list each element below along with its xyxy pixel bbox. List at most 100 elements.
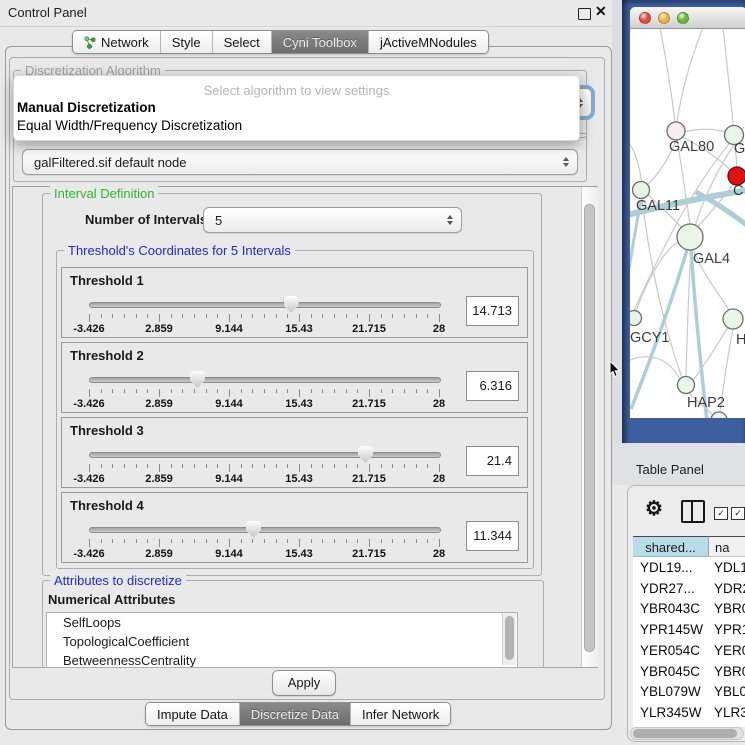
tab-infer-network[interactable]: Infer Network — [350, 703, 450, 725]
tab-select[interactable]: Select — [212, 31, 271, 53]
slider-tick — [439, 464, 440, 472]
network-node[interactable] — [630, 311, 642, 326]
network-node[interactable] — [633, 182, 650, 199]
network-node-label: GA — [734, 141, 745, 157]
table-row[interactable]: YLR345WYLR3 — [633, 702, 745, 723]
tab-jactivemnodules[interactable]: jActiveMNodules — [368, 31, 488, 53]
network-edge-thick — [691, 250, 707, 418]
slider-thumb[interactable] — [190, 371, 205, 388]
network-node[interactable] — [678, 377, 695, 394]
checkbox-icon[interactable]: ✓ — [731, 507, 745, 520]
cell-name: YLR3 — [714, 702, 745, 723]
slider-tick — [217, 464, 218, 468]
close-icon[interactable]: ✕ — [595, 3, 607, 20]
column-header-shared-name[interactable]: shared... — [633, 536, 709, 557]
cell-name: YBR0 — [714, 661, 745, 682]
tab-label: Network — [101, 35, 149, 50]
network-node[interactable] — [723, 309, 743, 329]
slider-tick — [124, 314, 125, 318]
network-window-titlebar[interactable] — [630, 7, 745, 29]
threshold-value-input[interactable]: 21.4 — [466, 446, 519, 476]
network-node[interactable] — [677, 224, 703, 250]
slider-thumb[interactable] — [246, 521, 261, 538]
slider-tick — [346, 464, 347, 468]
table-row[interactable]: YPR145WYPR1 — [633, 619, 745, 640]
vertical-scrollbar-thumb[interactable] — [584, 204, 595, 652]
tab-impute-data[interactable]: Impute Data — [146, 703, 239, 725]
slider-tick-label: 9.144 — [215, 323, 243, 335]
close-traffic-light-icon[interactable] — [639, 12, 651, 24]
list-scrollbar-track[interactable] — [502, 613, 516, 665]
gear-icon[interactable]: ⚙ — [645, 496, 663, 521]
threshold-value-input[interactable]: 14.713 — [466, 296, 519, 326]
tab-discretize-data[interactable]: Discretize Data — [239, 703, 350, 725]
algorithm-option-equal-width-frequency-discretization[interactable]: Equal Width/Frequency Discretization — [16, 118, 242, 133]
slider-tick — [311, 314, 312, 318]
threshold-value-input[interactable]: 6.316 — [466, 371, 519, 401]
slider-tick — [287, 539, 288, 543]
checkbox-icon[interactable]: ✓ — [714, 507, 728, 520]
numerical-attributes-list[interactable]: SelfLoopsTopologicalCoefficientBetweenne… — [46, 612, 518, 668]
slider-tick — [112, 539, 113, 543]
column-header-name[interactable]: na — [709, 536, 745, 557]
float-window-icon[interactable] — [578, 8, 591, 20]
cell-shared-name: YER054C — [640, 640, 700, 661]
slider-tick — [369, 389, 370, 397]
slider-tick — [346, 389, 347, 393]
table-data-select[interactable]: galFiltered.sif default node — [22, 149, 578, 175]
network-canvas[interactable]: GAL80GACGAL11GAL4GCY1HHAP2 — [630, 29, 745, 418]
table-row[interactable]: YDR27...YDR2 — [633, 578, 745, 599]
tab-style[interactable]: Style — [160, 31, 212, 53]
table-row[interactable]: YBR043CYBR0 — [633, 598, 745, 619]
slider-track[interactable] — [89, 527, 441, 533]
slider-track[interactable] — [89, 377, 441, 383]
table-row[interactable]: YDL19...YDL1 — [633, 557, 745, 578]
attribute-item-selfloops[interactable]: SelfLoops — [47, 613, 517, 632]
combo-stepper-icon — [447, 215, 453, 225]
network-node[interactable] — [711, 412, 727, 418]
algorithm-option-manual-discretization[interactable]: Manual Discretization — [16, 100, 156, 115]
tab-cyni-toolbox[interactable]: Cyni Toolbox — [271, 31, 368, 53]
mouse-cursor — [609, 361, 621, 378]
table-row[interactable]: YBR045CYBR0 — [633, 661, 745, 682]
threshold-value-input[interactable]: 11.344 — [466, 521, 519, 551]
slider-tick — [206, 389, 207, 393]
slider-tick — [136, 464, 137, 468]
slider-tick — [427, 314, 428, 318]
network-edge — [630, 357, 680, 380]
threshold-label: Threshold 3 — [70, 423, 144, 438]
minimize-traffic-light-icon[interactable] — [658, 12, 670, 24]
slider-tick-label: 28 — [433, 398, 445, 410]
tab-network[interactable]: Network — [73, 31, 160, 53]
slider-tick — [276, 539, 277, 543]
column-layout-icon[interactable] — [681, 500, 705, 523]
slider-tick — [229, 314, 230, 322]
slider-tick — [182, 539, 183, 543]
attribute-item-betweennesscentrality[interactable]: BetweennessCentrality — [47, 651, 517, 668]
threshold-row: Threshold 2-3.4262.8599.14415.4321.71528… — [61, 342, 528, 413]
horizontal-scrollbar-thumb[interactable] — [633, 729, 737, 738]
slider-tick — [299, 389, 300, 397]
slider-tick — [299, 539, 300, 547]
table-row[interactable]: YER054CYER0 — [633, 640, 745, 661]
slider-thumb[interactable] — [284, 296, 299, 313]
network-node[interactable] — [667, 122, 685, 140]
slider-tick — [369, 314, 370, 322]
number-of-intervals-select[interactable]: 5 — [203, 207, 462, 233]
apply-button[interactable]: Apply — [272, 670, 336, 696]
slider-tick-label: 15.43 — [285, 398, 313, 410]
slider-thumb[interactable] — [358, 446, 373, 463]
slider-tick — [404, 539, 405, 543]
slider-tick — [311, 464, 312, 468]
attribute-item-topologicalcoefficient[interactable]: TopologicalCoefficient — [47, 632, 517, 651]
slider-tick — [264, 389, 265, 393]
slider-track[interactable] — [89, 302, 441, 308]
zoom-traffic-light-icon[interactable] — [677, 12, 689, 24]
slider-tick — [182, 464, 183, 468]
slider-tick-label: -3.426 — [73, 473, 104, 485]
slider-track[interactable] — [89, 452, 441, 458]
slider-tick — [392, 389, 393, 393]
threshold-label: Threshold 4 — [70, 498, 144, 513]
table-row[interactable]: YBL079WYBL0 — [633, 681, 745, 702]
list-scrollbar-thumb[interactable] — [505, 616, 514, 660]
